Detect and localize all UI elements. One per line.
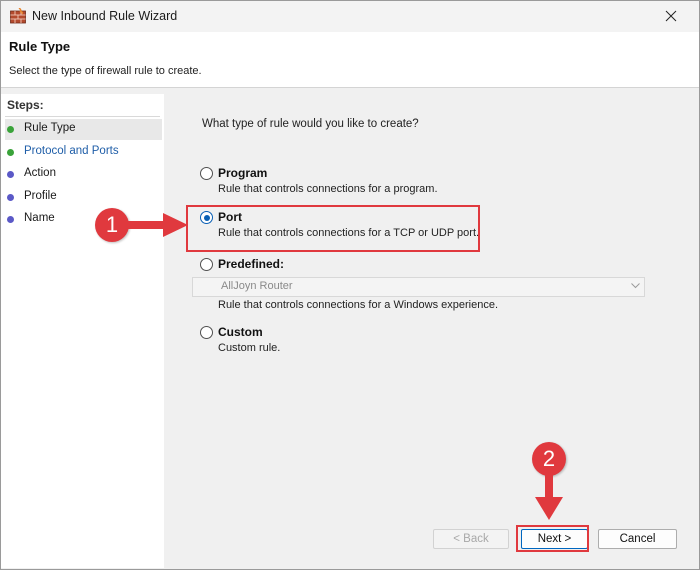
custom-radio[interactable] xyxy=(200,326,213,339)
wizard-window: New Inbound Rule Wizard Rule Type Select… xyxy=(0,0,700,570)
program-radio[interactable] xyxy=(200,167,213,180)
option-label[interactable]: Program xyxy=(218,166,267,180)
step-profile[interactable]: Profile xyxy=(5,187,162,208)
step-label: Protocol and Ports xyxy=(24,145,119,157)
dropdown-value: AllJoyn Router xyxy=(221,280,293,292)
step-badge-2: 2 xyxy=(532,442,566,476)
steps-panel: Steps: Rule Type Protocol and Ports Acti… xyxy=(1,94,164,568)
step-bullet-icon xyxy=(7,171,14,178)
predefined-radio[interactable] xyxy=(200,258,213,271)
wizard-header: Rule Type Select the type of firewall ru… xyxy=(1,32,699,88)
option-label[interactable]: Custom xyxy=(218,325,263,339)
step-bullet-icon xyxy=(7,149,14,156)
option-label[interactable]: Predefined: xyxy=(218,257,284,271)
step-label: Profile xyxy=(24,190,57,202)
predefined-dropdown: AllJoyn Router xyxy=(192,277,645,297)
chevron-down-icon xyxy=(631,283,640,289)
arrow-right-icon xyxy=(127,213,188,237)
title-bar: New Inbound Rule Wizard xyxy=(1,1,699,32)
close-button[interactable] xyxy=(653,5,689,27)
port-option-highlight xyxy=(186,205,480,252)
steps-title: Steps: xyxy=(7,98,44,112)
step-label: Name xyxy=(24,212,55,224)
next-button-highlight xyxy=(516,525,589,552)
firewall-wall-icon xyxy=(10,8,26,24)
main-panel: What type of rule would you like to crea… xyxy=(167,94,699,569)
step-label: Rule Type xyxy=(24,122,76,134)
step-bullet-icon xyxy=(7,126,14,133)
window-title: New Inbound Rule Wizard xyxy=(32,9,178,23)
option-description: Rule that controls connections for a pro… xyxy=(218,183,438,195)
option-description: Rule that controls connections for a Win… xyxy=(218,299,499,311)
step-action[interactable]: Action xyxy=(5,164,162,185)
back-button[interactable]: < Back xyxy=(433,529,509,549)
step-badge-1: 1 xyxy=(95,208,129,242)
page-title: Rule Type xyxy=(9,39,71,54)
cancel-button[interactable]: Cancel xyxy=(598,529,677,549)
arrow-down-icon xyxy=(535,475,563,520)
step-label: Action xyxy=(24,167,56,179)
option-description: Custom rule. xyxy=(218,342,281,354)
page-description: Select the type of firewall rule to crea… xyxy=(9,65,202,77)
steps-divider xyxy=(5,116,160,117)
step-bullet-icon xyxy=(7,216,14,223)
rule-type-question: What type of rule would you like to crea… xyxy=(202,118,419,130)
step-rule-type[interactable]: Rule Type xyxy=(5,119,162,140)
close-icon xyxy=(665,10,677,22)
step-protocol-and-ports[interactable]: Protocol and Ports xyxy=(5,142,162,163)
step-bullet-icon xyxy=(7,194,14,201)
